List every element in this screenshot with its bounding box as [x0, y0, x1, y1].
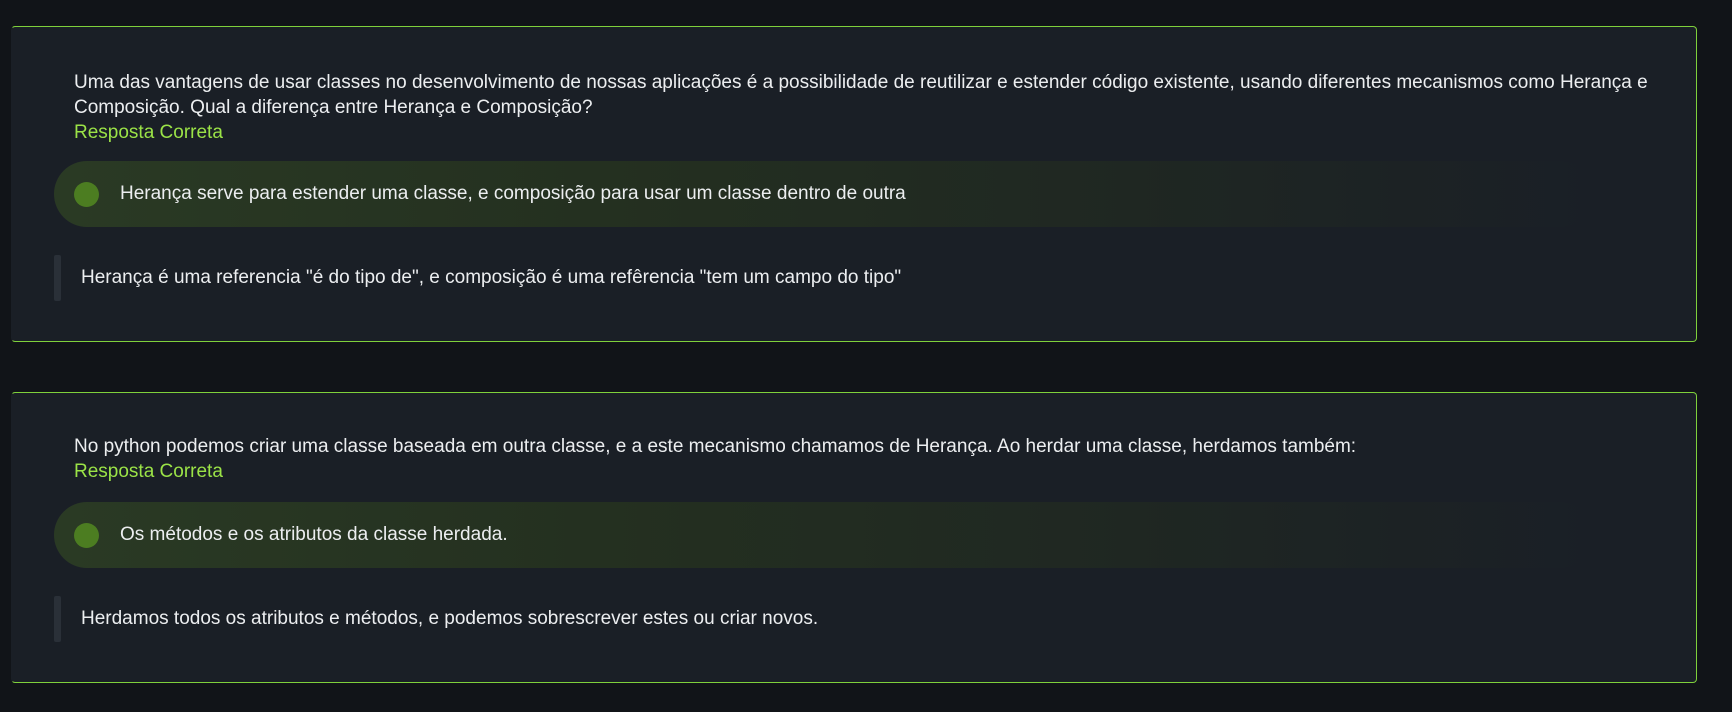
- question-text-1: Uma das vantagens de usar classes no des…: [74, 70, 1656, 145]
- question-card-1: Uma das vantagens de usar classes no des…: [11, 26, 1697, 342]
- question-prompt: Uma das vantagens de usar classes no des…: [74, 72, 1648, 118]
- answer-feedback: Herdamos todos os atributos e métodos, e…: [54, 596, 1656, 642]
- radio-selected-icon[interactable]: [74, 522, 99, 548]
- question-prompt: No python podemos criar uma classe basea…: [74, 436, 1357, 457]
- correct-answer-label: Resposta Correta: [74, 122, 223, 143]
- selected-answer-option[interactable]: Herança serve para estender uma classe, …: [54, 161, 1594, 227]
- question-text-2: No python podemos criar uma classe basea…: [74, 434, 1656, 484]
- feedback-bar: [54, 255, 61, 301]
- selected-answer-option[interactable]: Os métodos e os atributos da classe herd…: [54, 502, 1594, 568]
- feedback-bar: [54, 596, 61, 642]
- answer-feedback: Herança é uma referencia "é do tipo de",…: [54, 255, 1656, 301]
- answer-text: Os métodos e os atributos da classe herd…: [120, 524, 508, 545]
- feedback-text: Herdamos todos os atributos e métodos, e…: [81, 608, 819, 629]
- correct-answer-label: Resposta Correta: [74, 461, 223, 482]
- answer-text: Herança serve para estender uma classe, …: [120, 183, 906, 204]
- question-card-2: No python podemos criar uma classe basea…: [11, 392, 1697, 683]
- feedback-text: Herança é uma referencia "é do tipo de",…: [81, 267, 902, 288]
- radio-selected-icon[interactable]: [74, 181, 99, 207]
